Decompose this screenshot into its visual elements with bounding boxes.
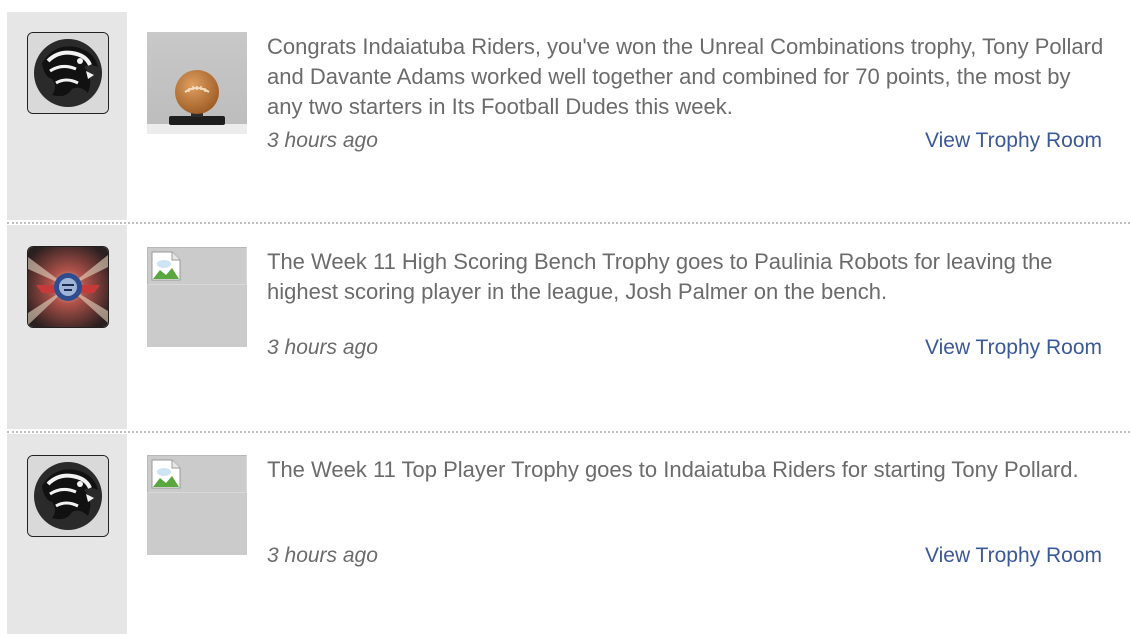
feed-item: The Week 11 High Scoring Bench Trophy go… — [0, 225, 1130, 429]
thumb-frame — [147, 455, 247, 555]
trophy-message: The Week 11 High Scoring Bench Trophy go… — [267, 249, 1053, 304]
thumb-frame — [147, 32, 247, 134]
timestamp: 3 hours ago — [267, 129, 378, 152]
robot-helmet-logo-icon[interactable] — [27, 246, 109, 328]
view-trophy-room-link[interactable]: View Trophy Room — [925, 544, 1102, 568]
panther-logo-icon[interactable] — [27, 455, 109, 537]
panther-logo-icon[interactable] — [27, 32, 109, 114]
broken-image-icon — [147, 247, 247, 285]
football-trophy-icon — [147, 32, 247, 134]
broken-image-icon — [147, 455, 247, 493]
timestamp: 3 hours ago — [267, 336, 378, 359]
trophy-message: The Week 11 Top Player Trophy goes to In… — [267, 457, 1079, 482]
separator — [7, 431, 1130, 433]
separator — [7, 222, 1130, 224]
trophy-feed: Congrats Indaiatuba Riders, you've won t… — [0, 0, 1130, 634]
trophy-message: Congrats Indaiatuba Riders, you've won t… — [267, 34, 1104, 119]
feed-item: The Week 11 Top Player Trophy goes to In… — [0, 434, 1130, 634]
feed-item: Congrats Indaiatuba Riders, you've won t… — [0, 12, 1130, 220]
view-trophy-room-link[interactable]: View Trophy Room — [925, 129, 1102, 153]
timestamp: 3 hours ago — [267, 544, 378, 567]
view-trophy-room-link[interactable]: View Trophy Room — [925, 336, 1102, 360]
thumb-frame — [147, 247, 247, 347]
